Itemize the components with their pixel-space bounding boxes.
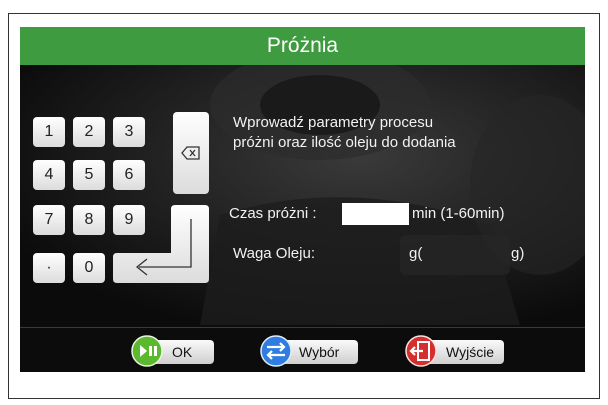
device-screen: Próżnia 1 2 3 4 5 6 7 8 9 · 0 Wprowadź p… [20,27,585,372]
exit-label: Wyjście [446,344,495,360]
vacuum-time-unit: min (1-60min) [412,205,505,222]
instruction-line-2: próżni oraz ilość oleju do dodania [233,134,456,151]
key-3[interactable]: 3 [113,117,145,147]
key-0[interactable]: 0 [73,253,105,283]
key-2[interactable]: 2 [73,117,105,147]
instruction-line-1: Wprowadź parametry procesu [233,114,434,131]
car-interior-background [20,65,585,325]
top-cropped-text: ‾‾ ‾‾‾ ‾‾ ‾‾‾‾ ‾‾‾ ‾‾‾‾ ‾‾‾ ‾‾ ‾‾‾‾‾‾ ‾‾… [8,0,361,8]
oil-weight-unit-open: g( [409,245,423,262]
select-button[interactable]: Wybór [260,335,358,367]
exit-button[interactable]: Wyjście [405,335,504,367]
key-5[interactable]: 5 [73,160,105,190]
backspace-button[interactable] [173,112,209,194]
enter-arrow-icon [135,219,192,276]
key-8[interactable]: 8 [73,205,105,235]
key-dot[interactable]: · [33,253,65,283]
oil-weight-label: Waga Oleju: [233,245,315,262]
backspace-icon [181,146,200,160]
key-6[interactable]: 6 [113,160,145,190]
play-pause-icon [131,335,163,367]
title-bar: Próżnia [20,27,585,65]
key-1[interactable]: 1 [33,117,65,147]
footer-divider [20,327,585,328]
select-label: Wybór [299,344,340,360]
ok-label: OK [172,344,193,360]
enter-button[interactable] [113,205,209,283]
vacuum-time-label: Czas próżni : [229,205,317,222]
oil-weight-unit-close: g) [511,245,525,262]
exit-door-icon [405,335,437,367]
swap-arrows-icon [260,335,292,367]
key-4[interactable]: 4 [33,160,65,190]
ok-button[interactable]: OK [131,335,214,367]
key-7[interactable]: 7 [33,205,65,235]
vacuum-time-input[interactable] [342,203,409,225]
